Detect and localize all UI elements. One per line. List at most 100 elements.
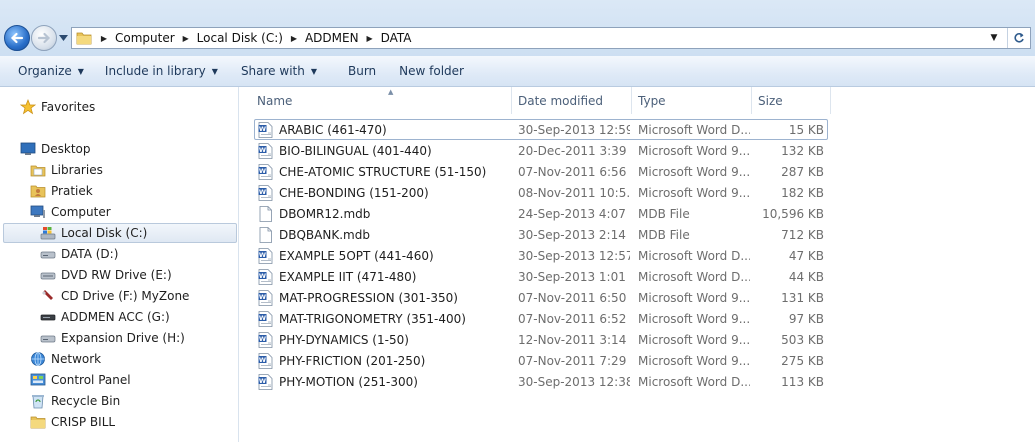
file-row[interactable]: W BIO-BILINGUAL (401-440) 20-Dec-2011 3:39… <box>240 140 1035 161</box>
file-size: 97 KB <box>788 311 824 326</box>
breadcrumb-local-disk[interactable]: Local Disk (C:) <box>194 31 286 45</box>
address-bar: ▶ Computer ▶ Local Disk (C:) ▶ ADDMEN ▶ … <box>0 0 1035 56</box>
column-header-size[interactable]: Size <box>751 87 831 114</box>
svg-text:W: W <box>259 167 266 175</box>
breadcrumb-separator-icon[interactable]: ▶ <box>178 34 194 43</box>
file-row[interactable]: W EXAMPLE IIT (471-480) 30-Sep-2013 1:01 .… <box>240 266 1035 287</box>
file-name-cell: W EXAMPLE 5OPT (441-460) <box>258 245 508 266</box>
file-row[interactable]: W PHY-FRICTION (201-250) 07-Nov-2011 7:29 … <box>240 350 1035 371</box>
word-doc-icon: W <box>258 184 273 201</box>
file-type: Microsoft Word D... <box>638 374 750 389</box>
file-size: 132 KB <box>781 143 824 158</box>
file-date: 08-Nov-2011 10:5... <box>518 185 630 200</box>
nav-item-addmen-acc-g[interactable]: ADDMEN ACC (G:) <box>40 307 170 327</box>
dvd-drive-icon <box>40 272 56 280</box>
share-with-label: Share with <box>240 64 305 78</box>
include-in-library-label: Include in library <box>104 64 206 78</box>
nav-item-local-disk-c[interactable]: Local Disk (C:) <box>40 223 147 243</box>
file-row[interactable]: W MAT-PROGRESSION (301-350) 07-Nov-2011 6:… <box>240 287 1035 308</box>
address-breadcrumb-box[interactable]: ▶ Computer ▶ Local Disk (C:) ▶ ADDMEN ▶ … <box>71 27 1031 49</box>
file-row[interactable]: W PHY-DYNAMICS (1-50) 12-Nov-2011 3:14 ...… <box>240 329 1035 350</box>
nav-item-network[interactable]: Network <box>30 349 101 369</box>
share-with-button[interactable]: Share with ▼ <box>227 56 326 86</box>
column-header-name[interactable]: ▲ Name <box>250 87 512 114</box>
file-row[interactable]: W PHY-MOTION (251-300) 30-Sep-2013 12:38..… <box>240 371 1035 392</box>
column-header-date-modified[interactable]: Date modified <box>511 87 632 114</box>
file-row[interactable]: DBQBANK.mdb 30-Sep-2013 2:14 ... MDB File 7… <box>240 224 1035 245</box>
chevron-down-icon: ▼ <box>77 66 84 76</box>
nav-item-favorites[interactable]: Favorites <box>20 97 95 117</box>
file-row[interactable]: W ARABIC (461-470) 30-Sep-2013 12:59... Mic… <box>240 119 1035 140</box>
breadcrumb-separator-icon[interactable]: ▶ <box>96 34 112 43</box>
breadcrumb-separator-icon[interactable]: ▶ <box>362 34 378 43</box>
recent-pages-dropdown-icon[interactable] <box>59 35 68 41</box>
file-name-cell: W MAT-PROGRESSION (301-350) <box>258 287 508 308</box>
file-type: Microsoft Word D... <box>638 248 750 263</box>
breadcrumb-addmen[interactable]: ADDMEN <box>302 31 362 45</box>
new-folder-button[interactable]: New folder <box>385 56 473 86</box>
burn-button[interactable]: Burn <box>326 56 385 86</box>
svg-text:W: W <box>259 293 266 301</box>
nav-item-recycle-bin[interactable]: Recycle Bin <box>30 391 120 411</box>
file-name-cell: W PHY-FRICTION (201-250) <box>258 350 508 371</box>
nav-item-expansion-h[interactable]: Expansion Drive (H:) <box>40 328 185 348</box>
nav-item-desktop[interactable]: Desktop <box>20 139 91 159</box>
file-type: Microsoft Word 9... <box>638 143 750 158</box>
file-size: 44 KB <box>788 269 824 284</box>
include-in-library-button[interactable]: Include in library ▼ <box>93 56 227 86</box>
svg-text:W: W <box>259 251 266 259</box>
nav-item-computer[interactable]: Computer <box>30 202 111 222</box>
folder-icon <box>30 416 46 429</box>
breadcrumb-separator-icon[interactable]: ▶ <box>286 34 302 43</box>
breadcrumb-computer[interactable]: Computer <box>112 31 178 45</box>
file-date: 30-Sep-2013 12:38... <box>518 374 630 389</box>
svg-text:W: W <box>259 314 266 322</box>
refresh-button[interactable] <box>1007 28 1030 48</box>
user-folder-icon <box>30 185 46 198</box>
file-row[interactable]: W CHE-BONDING (151-200) 08-Nov-2011 10:5..… <box>240 182 1035 203</box>
nav-item-crisp-bill[interactable]: CRISP BILL <box>30 412 115 432</box>
nav-item-cd-drive-f[interactable]: CD Drive (F:) MyZone <box>40 286 189 306</box>
file-date: 07-Nov-2011 7:29 ... <box>518 353 630 368</box>
nav-item-pratiek[interactable]: Pratiek <box>30 181 93 201</box>
nav-item-libraries[interactable]: Libraries <box>30 160 103 180</box>
file-type: Microsoft Word 9... <box>638 332 750 347</box>
breadcrumb-data[interactable]: DATA <box>378 31 415 45</box>
column-header-type[interactable]: Type <box>631 87 752 114</box>
file-row[interactable]: DBOMR12.mdb 24-Sep-2013 4:07 ... MDB File 1… <box>240 203 1035 224</box>
svg-text:W: W <box>259 146 266 154</box>
nav-item-data-d[interactable]: DATA (D:) <box>40 244 118 264</box>
file-type: Microsoft Word 9... <box>638 164 750 179</box>
column-label: Type <box>638 93 666 108</box>
file-name-cell: W ARABIC (461-470) <box>258 119 508 140</box>
word-doc-icon: W <box>258 121 273 138</box>
command-bar: Organize ▼ Include in library ▼ Share wi… <box>0 56 1035 87</box>
file-type: Microsoft Word 9... <box>638 185 750 200</box>
file-name: DBOMR12.mdb <box>279 206 371 221</box>
nav-item-dvd-rw-e[interactable]: DVD RW Drive (E:) <box>40 265 172 285</box>
nav-label: Control Panel <box>51 373 131 387</box>
file-name: MAT-TRIGONOMETRY (351-400) <box>279 311 466 326</box>
hard-drive-icon <box>40 251 56 259</box>
forward-button[interactable] <box>31 25 57 51</box>
nav-item-control-panel[interactable]: Control Panel <box>30 370 131 390</box>
file-row[interactable]: W CHE-ATOMIC STRUCTURE (51-150) 07-Nov-201… <box>240 161 1035 182</box>
nav-label: ADDMEN ACC (G:) <box>61 310 170 324</box>
word-doc-icon: W <box>258 289 273 306</box>
nav-label: CD Drive (F:) MyZone <box>61 289 190 303</box>
back-button[interactable] <box>4 25 30 51</box>
column-label: Name <box>257 93 293 108</box>
address-history-dropdown[interactable]: ▼ <box>986 28 1002 48</box>
file-row[interactable]: W EXAMPLE 5OPT (441-460) 30-Sep-2013 12:57… <box>240 245 1035 266</box>
file-name: EXAMPLE IIT (471-480) <box>279 269 417 284</box>
file-row[interactable]: W MAT-TRIGONOMETRY (351-400) 07-Nov-2011 6… <box>240 308 1035 329</box>
file-name-cell: W CHE-ATOMIC STRUCTURE (51-150) <box>258 161 508 182</box>
file-name-cell: W PHY-DYNAMICS (1-50) <box>258 329 508 350</box>
nav-label: Desktop <box>41 142 91 156</box>
organize-button[interactable]: Organize ▼ <box>0 56 93 86</box>
svg-text:W: W <box>259 356 266 364</box>
word-doc-icon: W <box>258 268 273 285</box>
file-name: EXAMPLE 5OPT (441-460) <box>279 248 434 263</box>
file-date: 07-Nov-2011 6:52 ... <box>518 311 630 326</box>
file-list: ▲ Name Date modified Type Size W ARABIC (… <box>240 87 1035 442</box>
